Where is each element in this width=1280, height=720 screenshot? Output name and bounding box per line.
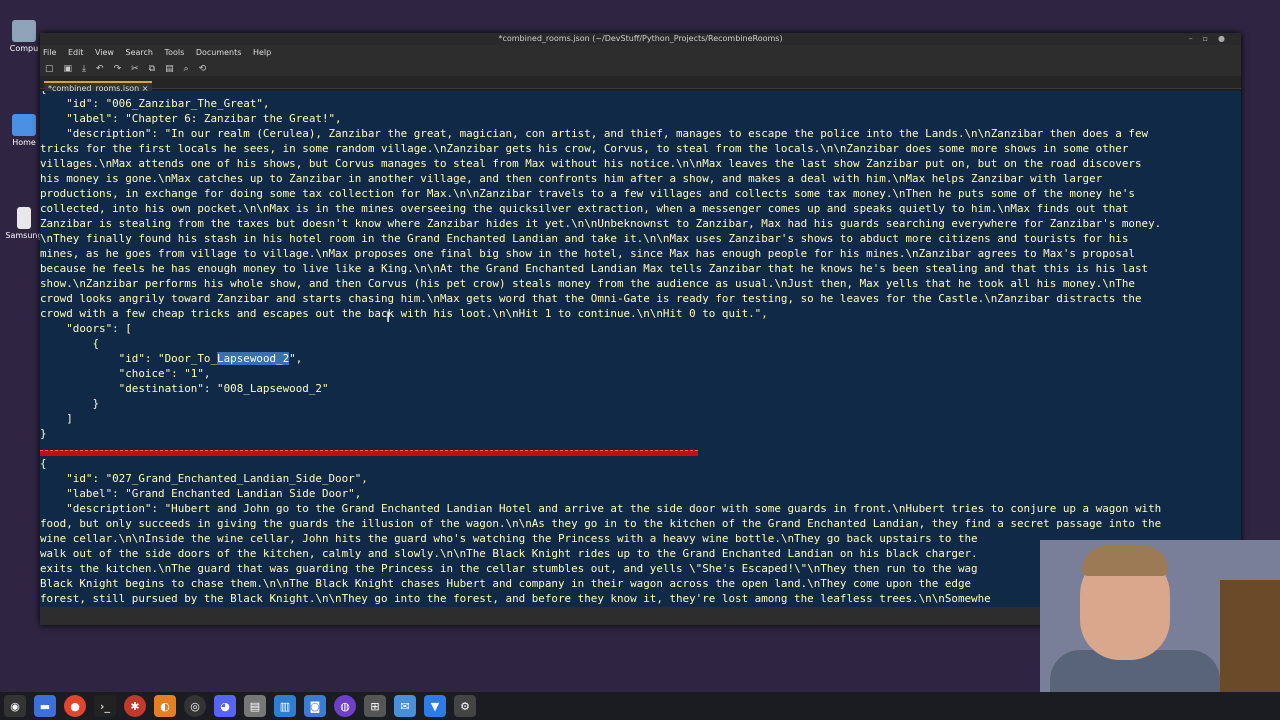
- code-line: exits the kitchen.\nThe guard that was g…: [40, 562, 978, 575]
- app-icon[interactable]: ▼: [424, 695, 446, 717]
- code-line: food, but only succeeds in giving the gu…: [40, 517, 1162, 530]
- code-text: ",: [289, 352, 303, 365]
- code-line: {: [40, 457, 47, 470]
- maximize-icon[interactable]: ▫: [1203, 34, 1218, 43]
- drive-icon: [17, 207, 31, 229]
- game-icon[interactable]: ✱: [124, 695, 146, 717]
- toolbar: ▢ ▣ ⤓ ↶ ↷ ✂ ⧉ ▤ ⌕ ⟲: [40, 61, 1241, 76]
- code-line: productions, in exchange for doing some …: [40, 187, 1135, 200]
- close-icon[interactable]: ●: [1218, 34, 1235, 43]
- menu-help[interactable]: Help: [253, 48, 271, 57]
- vscode-icon[interactable]: ⊞: [364, 695, 386, 717]
- editor-window: *combined_rooms.json (~/DevStuff/Python_…: [40, 33, 1241, 625]
- code-line: "description": "In our realm (Cerulea), …: [40, 127, 1149, 140]
- code-line: crowd looks angrily toward Zanzibar and …: [40, 292, 1142, 305]
- text-editor[interactable]: { "id": "006_Zanzibar_The_Great", "label…: [40, 91, 1241, 607]
- redo-icon[interactable]: ↷: [114, 64, 122, 74]
- code-line: "choice": "1",: [40, 367, 211, 380]
- code-line: Black Knight begins to chase them.\n\nTh…: [40, 577, 972, 590]
- menu-file[interactable]: File: [43, 48, 56, 57]
- code-line: walk out of the side doors of the kitche…: [40, 547, 978, 560]
- new-file-icon[interactable]: ▢: [45, 64, 54, 74]
- code-line: "id": "Door_To_Lapsewood_2",: [40, 351, 302, 366]
- code-line: show.\nZanzibar performs his whole show,…: [40, 277, 1135, 290]
- taskbar: ◉ ▬ ● ›_ ✱ ◐ ◎ ◕ ▤ ▥ ◙ ◍ ⊞ ✉ ▼ ⚙: [0, 692, 1280, 720]
- obs-icon[interactable]: ◎: [184, 695, 206, 717]
- desktop-icon-label: Samsung: [5, 231, 43, 240]
- home-desktop-icon[interactable]: Home: [4, 114, 44, 147]
- menu-view[interactable]: View: [95, 48, 114, 57]
- code-line: "label": "Grand Enchanted Landian Side D…: [40, 487, 362, 500]
- terminal-icon[interactable]: ›_: [94, 695, 116, 717]
- code-line: "doors": [: [40, 322, 132, 335]
- code-line: "id": "027_Grand_Enchanted_Landian_Side_…: [40, 472, 368, 485]
- menu-documents[interactable]: Documents: [196, 48, 242, 57]
- desktop-icon-label: Home: [12, 138, 36, 147]
- monitor-icon: [12, 20, 36, 42]
- samsung-desktop-icon[interactable]: Samsung: [4, 207, 44, 240]
- github-icon[interactable]: ◍: [334, 695, 356, 717]
- code-line: wine cellar.\n\nInside the wine cellar, …: [40, 532, 978, 545]
- discord-icon[interactable]: ◕: [214, 695, 236, 717]
- code-line: villages.\nMax attends one of his shows,…: [40, 157, 1142, 170]
- code-line: because he feels he has enough money to …: [40, 262, 1149, 275]
- code-line: Zanzibar is stealing from the taxes but …: [40, 217, 1162, 230]
- undo-icon[interactable]: ↶: [96, 64, 104, 74]
- text-cursor-icon: I: [386, 310, 391, 326]
- browser-icon[interactable]: ●: [64, 695, 86, 717]
- text-selection: Lapsewood_2: [217, 352, 290, 365]
- separator-line: [40, 450, 698, 456]
- folder-icon[interactable]: ▬: [34, 695, 56, 717]
- code-line: ]: [40, 412, 73, 425]
- copy-icon[interactable]: ⧉: [149, 64, 155, 74]
- window-titlebar[interactable]: *combined_rooms.json (~/DevStuff/Python_…: [40, 33, 1241, 45]
- menu-icon[interactable]: ◉: [4, 695, 26, 717]
- code-line: collected, into his own pocket.\n\nMax i…: [40, 202, 1129, 215]
- replace-icon[interactable]: ⟲: [199, 64, 207, 74]
- editor-icon[interactable]: ▤: [244, 695, 266, 717]
- save-icon[interactable]: ⤓: [82, 64, 86, 74]
- window-title: *combined_rooms.json (~/DevStuff/Python_…: [498, 34, 783, 43]
- paste-icon[interactable]: ▤: [165, 64, 174, 74]
- code-line: {: [40, 337, 100, 350]
- code-line: \nThey finally found his stash in his ho…: [40, 232, 1129, 245]
- minimize-icon[interactable]: –: [1189, 34, 1203, 43]
- open-folder-icon[interactable]: ▣: [64, 64, 73, 74]
- mail-icon[interactable]: ✉: [394, 695, 416, 717]
- blender-icon[interactable]: ◐: [154, 695, 176, 717]
- menu-search[interactable]: Search: [126, 48, 153, 57]
- code-line: "description": "Hubert and John go to th…: [40, 502, 1162, 515]
- camera-icon[interactable]: ◙: [304, 695, 326, 717]
- tab-bar: *combined_rooms.json ×: [40, 76, 1241, 93]
- menu-tools[interactable]: Tools: [165, 48, 185, 57]
- home-folder-icon: [12, 114, 36, 136]
- files-icon[interactable]: ▥: [274, 695, 296, 717]
- code-line: forest, still pursued by the Black Knigh…: [40, 592, 991, 605]
- settings-icon[interactable]: ⚙: [454, 695, 476, 717]
- code-line: his money is gone.\nMax catches up to Za…: [40, 172, 1103, 185]
- webcam-person-hair: [1082, 546, 1168, 576]
- menu-edit[interactable]: Edit: [68, 48, 84, 57]
- code-line: mines, as he goes from village to villag…: [40, 247, 1135, 260]
- code-line: tricks for the first locals he sees, in …: [40, 142, 1129, 155]
- search-icon[interactable]: ⌕: [184, 64, 189, 74]
- code-line: "label": "Chapter 6: Zanzibar the Great!…: [40, 112, 342, 125]
- code-line: "id": "006_Zanzibar_The_Great",: [40, 97, 270, 110]
- menubar: File Edit View Search Tools Documents He…: [40, 45, 1241, 61]
- code-line: }: [40, 397, 100, 410]
- code-text: "id": "Door_To_: [40, 352, 218, 365]
- cut-icon[interactable]: ✂: [131, 64, 139, 74]
- desktop-icon-label: Compu: [9, 44, 39, 53]
- code-line: crowd with a few cheap tricks and escape…: [40, 307, 768, 320]
- code-line: "destination": "008_Lapsewood_2": [40, 382, 329, 395]
- code-line: }: [40, 427, 47, 440]
- computer-desktop-icon[interactable]: Compu: [4, 20, 44, 53]
